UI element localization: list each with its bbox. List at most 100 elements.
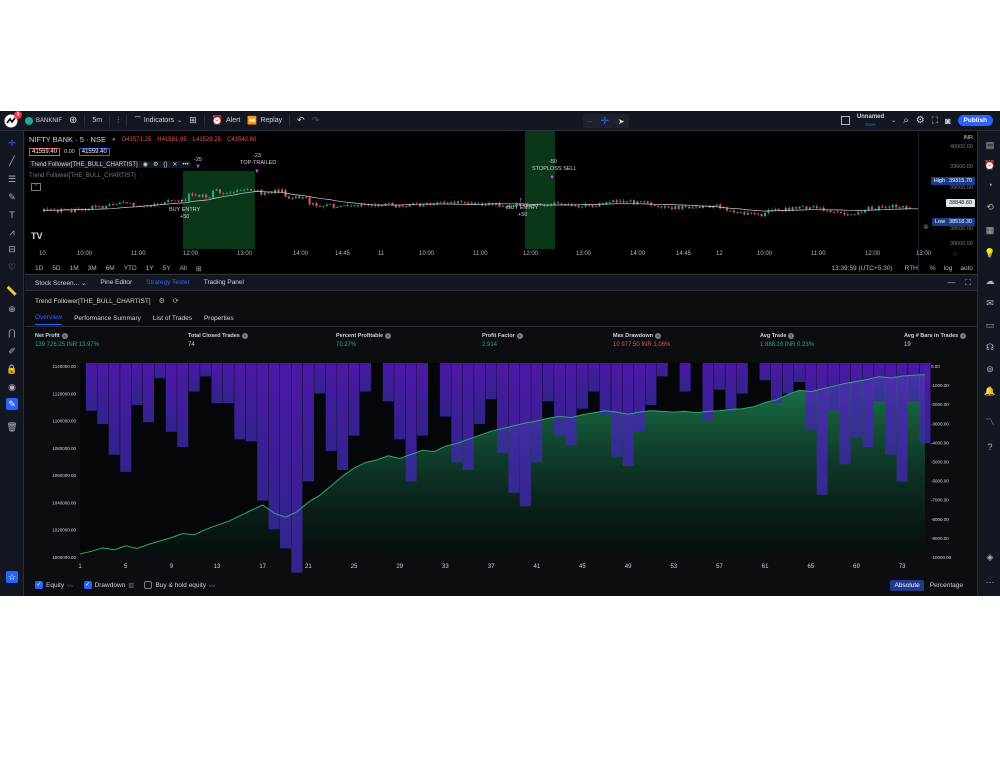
- heart-icon[interactable]: ♡: [6, 261, 18, 273]
- subtab-overview[interactable]: Overview: [35, 314, 63, 325]
- lock-drawing-icon[interactable]: ✐: [6, 345, 18, 357]
- maximize-panel-icon[interactable]: ⛶: [965, 278, 971, 288]
- drawdown-bar[interactable]: [645, 363, 657, 405]
- drawdown-bar[interactable]: [713, 363, 725, 390]
- minimize-panel-icon[interactable]: —: [947, 278, 955, 287]
- drawdown-bar[interactable]: [805, 363, 817, 430]
- drawdown-bar[interactable]: [759, 363, 771, 381]
- undo-button[interactable]: ↶: [297, 115, 305, 126]
- drawdown-bar[interactable]: [554, 363, 566, 436]
- drawdown-bar[interactable]: [188, 363, 200, 392]
- eye-off-icon[interactable]: ◌: [140, 173, 144, 179]
- more-icon[interactable]: ⋯: [984, 576, 996, 588]
- drawdown-bar[interactable]: [656, 363, 668, 377]
- drawdown-bar[interactable]: [268, 363, 280, 530]
- drawdown-bar[interactable]: [405, 363, 417, 482]
- ruler-icon[interactable]: 📏: [6, 285, 18, 297]
- subtab-properties[interactable]: Properties: [204, 315, 234, 325]
- drawdown-bar[interactable]: [474, 363, 486, 425]
- drawdown-bar[interactable]: [508, 363, 520, 493]
- subtab-performance-summary[interactable]: Performance Summary: [74, 315, 141, 325]
- drawdown-bar[interactable]: [839, 363, 851, 465]
- source-code-icon[interactable]: {}: [163, 162, 167, 168]
- absolute-toggle[interactable]: Absolute: [890, 579, 924, 591]
- trend-line-icon[interactable]: ╱: [6, 155, 18, 167]
- drawdown-bar[interactable]: [679, 363, 691, 392]
- calendar-icon[interactable]: ▦: [984, 224, 996, 236]
- drawdown-toggle[interactable]: ✓ Drawdown ▥: [83, 581, 134, 589]
- tradingview-logo-icon[interactable]: 9: [4, 111, 22, 128]
- info-icon[interactable]: i: [385, 333, 392, 339]
- symbol-title[interactable]: NIFTY BANK · 5 · NSE: [29, 135, 106, 144]
- help-icon[interactable]: ?: [984, 441, 996, 453]
- drawdown-bar[interactable]: [519, 363, 531, 507]
- notifications-icon[interactable]: 🔔: [984, 385, 996, 397]
- brush-icon[interactable]: ✎: [6, 191, 18, 203]
- drawdown-bar[interactable]: [154, 363, 166, 379]
- range-button[interactable]: 6M: [106, 265, 115, 272]
- drawdown-bar[interactable]: [816, 363, 828, 495]
- more-icon[interactable]: •••: [182, 162, 188, 168]
- time-axis[interactable]: ○ 10 10:00 11:00 12:00 13:00 14:00 14:45 11 10:0…: [25, 249, 957, 261]
- drawdown-bar[interactable]: [439, 363, 451, 417]
- redo-button[interactable]: ↷: [312, 115, 320, 126]
- replay-button[interactable]: ⏪ Replay: [247, 116, 282, 125]
- crosshair-icon[interactable]: ✛: [6, 137, 18, 149]
- maximize-button[interactable]: ⛶: [932, 115, 938, 126]
- drawdown-bar[interactable]: [851, 363, 862, 438]
- drawdown-bar[interactable]: [291, 363, 303, 573]
- close-icon[interactable]: ✕: [172, 161, 177, 168]
- chart-type-button[interactable]: ⫶: [117, 115, 119, 126]
- drawdown-bar[interactable]: [462, 363, 474, 470]
- info-icon[interactable]: i: [241, 333, 248, 339]
- tab-pine-editor[interactable]: Pine Editor: [100, 279, 132, 286]
- drawdown-bar[interactable]: [108, 363, 120, 455]
- data-window-icon[interactable]: ◔: [984, 179, 996, 191]
- ideas-icon[interactable]: 💡: [984, 247, 996, 259]
- drawdown-bar[interactable]: [793, 363, 805, 383]
- minus-icon[interactable]: –: [587, 117, 591, 126]
- clock-display[interactable]: 13:39:59 (UTC+5:30): [831, 265, 892, 272]
- drawdown-bar[interactable]: [542, 363, 554, 402]
- watchlist-icon[interactable]: ▤: [984, 139, 996, 151]
- hotlists-icon[interactable]: ⟲: [984, 201, 996, 213]
- cursor-arrow-icon[interactable]: ➤: [618, 117, 625, 126]
- magnet-icon[interactable]: ⋂: [6, 327, 18, 339]
- search-button[interactable]: ⌕: [903, 115, 909, 126]
- drawdown-bar[interactable]: [725, 363, 737, 409]
- pulse-icon[interactable]: 〽: [984, 416, 996, 428]
- indicators-button[interactable]: ⏠ Indicators ⌄: [134, 116, 182, 126]
- alert-button[interactable]: ⏰ Alert: [212, 115, 241, 126]
- sync-drawing-icon[interactable]: ✎: [6, 398, 18, 410]
- alerts-icon[interactable]: ⏰: [984, 159, 996, 171]
- trash-icon[interactable]: 🗑: [6, 421, 18, 433]
- info-icon[interactable]: i: [61, 333, 68, 339]
- drawdown-bar[interactable]: [325, 363, 337, 451]
- collapse-legend-button[interactable]: ^: [31, 183, 41, 191]
- chevron-down-icon[interactable]: ⌄: [891, 117, 896, 124]
- drawdown-bar[interactable]: [360, 363, 371, 392]
- drawdown-bar[interactable]: [451, 363, 463, 463]
- text-icon[interactable]: T: [6, 209, 18, 221]
- fib-icon[interactable]: ☰: [6, 173, 18, 185]
- drawdown-bar[interactable]: [314, 363, 326, 394]
- crosshair-icon[interactable]: ✛: [601, 116, 609, 127]
- drawdown-bar[interactable]: [302, 363, 314, 482]
- drawdown-bar[interactable]: [736, 363, 748, 394]
- signal-icon[interactable]: ⊚: [984, 363, 996, 375]
- indicator-legend-2[interactable]: Trend Follower[THE_BULL_CHARTIST] ◌: [29, 173, 143, 179]
- fullscreen-toggle[interactable]: [840, 116, 850, 125]
- drawdown-bar[interactable]: [485, 363, 497, 400]
- drawdown-bar[interactable]: [131, 363, 143, 405]
- eye-icon[interactable]: ◉: [143, 161, 148, 168]
- strategy-name[interactable]: Trend Follower[THE_BULL_CHARTIST]: [35, 298, 151, 305]
- broadcast-icon[interactable]: ☊: [984, 341, 996, 353]
- drawdown-bar[interactable]: [782, 363, 794, 394]
- info-icon[interactable]: i: [516, 333, 523, 339]
- sync-icon[interactable]: ⟳: [173, 297, 179, 305]
- streams-icon[interactable]: ✉: [984, 297, 996, 309]
- drawdown-bar[interactable]: [896, 363, 908, 482]
- range-button[interactable]: 1D: [35, 265, 43, 272]
- drawdown-bar[interactable]: [417, 363, 428, 436]
- drawdown-bar[interactable]: [599, 363, 611, 415]
